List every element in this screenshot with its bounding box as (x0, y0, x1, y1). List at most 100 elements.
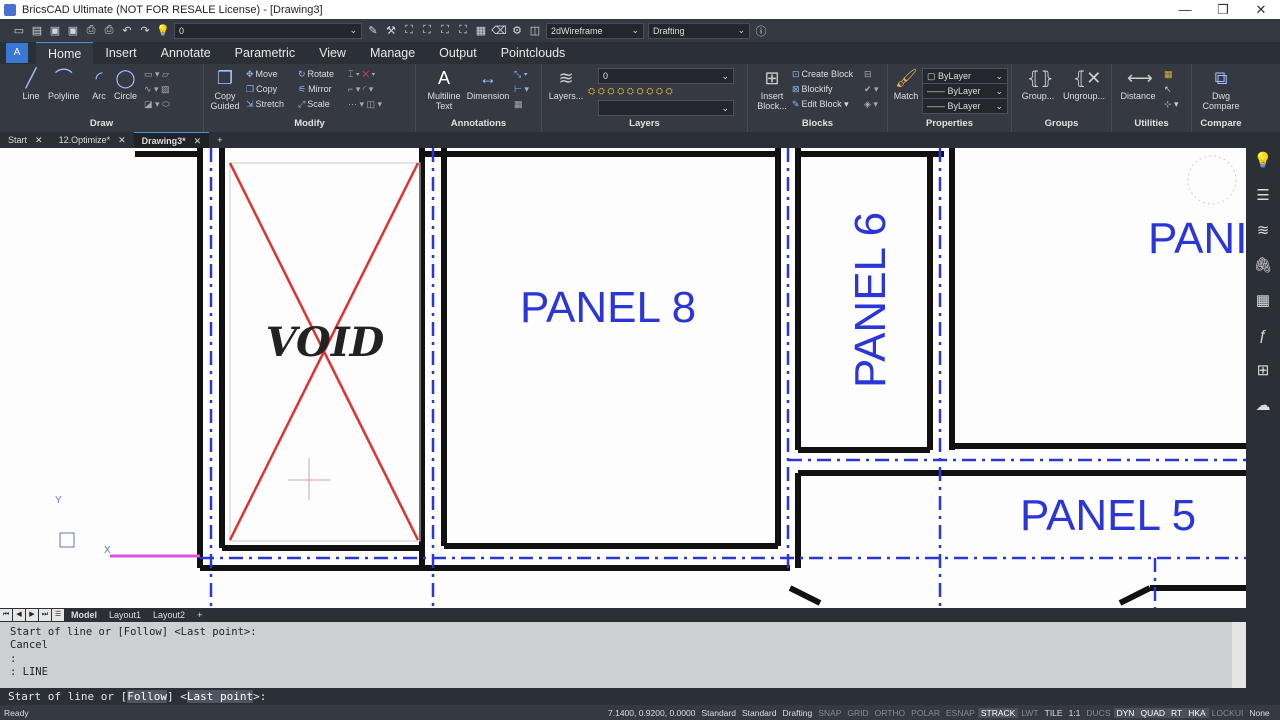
insert-block-button[interactable]: ⊞ Insert Block... (754, 67, 790, 111)
scale-button[interactable]: ⤢ Scale (298, 99, 330, 110)
new-tab-button[interactable]: + (209, 132, 230, 148)
stretch-button[interactable]: ⇲ Stretch (246, 99, 284, 110)
layer-dropdown[interactable]: 0 ⌄ (174, 22, 362, 39)
doc-tab-optimize[interactable]: 12.Optimize* ✕ (51, 132, 134, 148)
settings-icon[interactable]: ⚙ (510, 24, 524, 38)
next-layout-icon[interactable]: ▶ (26, 609, 38, 621)
view-icon[interactable]: ▦ (474, 24, 488, 38)
table-icon[interactable]: ▦ (514, 99, 523, 110)
mirror-button[interactable]: ⚟ Mirror (298, 84, 332, 95)
layers-button[interactable]: ≋ Layers... (548, 67, 584, 101)
layer-filter-dropdown[interactable]: ⌄ (598, 100, 734, 116)
first-layout-icon[interactable]: ⏮ (0, 609, 12, 621)
layer-match-icon[interactable]: ⛶ (420, 24, 434, 38)
print-preview-icon[interactable]: ⎙ (102, 24, 116, 38)
open-file-icon[interactable]: ▤ (30, 24, 44, 38)
doc-tab-start[interactable]: Start ✕ (0, 132, 51, 148)
layer-control-dropdown[interactable]: 0 ⌄ (598, 68, 734, 84)
properties-icon[interactable]: ☰ (1252, 185, 1274, 207)
blockify-button[interactable]: ⊠ Blockify (792, 84, 833, 95)
dimension-button[interactable]: ↔ Dimension (466, 67, 510, 101)
layers-panel-icon[interactable]: ≋ (1252, 220, 1274, 242)
circle-button[interactable]: ◯ Circle (114, 67, 137, 101)
leader-icon[interactable]: ⤡ ▾ (514, 69, 527, 80)
restore-button[interactable]: ❐ (1204, 2, 1242, 18)
close-button[interactable]: ✕ (1242, 2, 1280, 18)
add-layout-button[interactable]: + (191, 610, 208, 620)
status-toggle-tile[interactable]: TILE (1042, 708, 1066, 718)
lineweight-dropdown[interactable]: —— ByLayer ⌄ (922, 98, 1008, 114)
status-toggle-lwt[interactable]: LWT (1018, 708, 1041, 718)
visual-style-dropdown[interactable]: 2dWireframe ⌄ (546, 22, 644, 39)
status-toggle-drafting[interactable]: Drafting (779, 708, 815, 718)
status-toggle-esnap[interactable]: ESNAP (943, 708, 978, 718)
tab-annotate[interactable]: Annotate (149, 42, 223, 64)
prev-layout-icon[interactable]: ◀ (13, 609, 25, 621)
tab-view[interactable]: View (307, 42, 358, 64)
status-toggle-none[interactable]: None (1246, 708, 1272, 718)
status-toggle-grid[interactable]: GRID (844, 708, 871, 718)
rotate-button[interactable]: ↻ Rotate (298, 69, 334, 80)
copy-button[interactable]: ❐ Copy (246, 84, 277, 95)
tab-output[interactable]: Output (427, 42, 489, 64)
status-toggle-standard[interactable]: Standard (739, 708, 780, 718)
cloud-icon[interactable]: ☁ (1252, 395, 1274, 417)
tab-parametric[interactable]: Parametric (223, 42, 307, 64)
doc-tab-drawing3[interactable]: Drawing3* ✕ (133, 132, 210, 148)
tab-layout2[interactable]: Layout2 (147, 610, 191, 620)
render-icon[interactable]: ◫ (528, 24, 542, 38)
redo-icon[interactable]: ↷ (138, 24, 152, 38)
follow-option[interactable]: Follow (127, 690, 167, 703)
attribute-icon[interactable]: ⊟ (864, 69, 872, 80)
status-toggle-ducs[interactable]: DUCS (1083, 708, 1113, 718)
dwg-compare-button[interactable]: ⧉ Dwg Compare (1196, 67, 1246, 111)
rectangle-icon[interactable]: ▭ ▾ ▱ (144, 69, 169, 80)
drawing-canvas[interactable]: VOID PANEL 8 PANEL 6 PANEL 5 PANI Y X (0, 148, 1246, 608)
formula-icon[interactable]: ƒ (1252, 325, 1274, 347)
fillet-icon[interactable]: ⌐ ▾ ◜ ▾ (348, 84, 373, 95)
status-toggle-polar[interactable]: POLAR (908, 708, 943, 718)
hatch-icon[interactable]: ▦ (1252, 290, 1274, 312)
status-toggle-hka[interactable]: HKA (1185, 707, 1209, 718)
edit-block-button[interactable]: ✎ Edit Block ▾ (792, 99, 849, 110)
status-toggle-rt[interactable]: RT (1168, 707, 1186, 718)
tips-icon[interactable]: 💡 (1252, 150, 1274, 172)
command-line[interactable]: Start of line or [Follow] <Last point>: (0, 688, 1280, 705)
workspace-dropdown[interactable]: Drafting ⌄ (648, 22, 750, 39)
pick-icon[interactable]: ✎ (366, 24, 380, 38)
trim-icon[interactable]: ⌶ ▾ ✕ ▾ (348, 69, 375, 80)
block-tools-icon[interactable]: ◈ ▾ (864, 99, 878, 110)
multiline-text-button[interactable]: A Multiline Text (424, 67, 464, 111)
status-toggle-quad[interactable]: QUAD (1137, 707, 1169, 718)
command-history-scrollbar[interactable] (1232, 622, 1246, 688)
navigation-wheel-icon[interactable] (1187, 155, 1237, 205)
structure-icon[interactable]: ⊞ (1252, 360, 1274, 382)
arc-button[interactable]: ◜ Arc (88, 67, 110, 101)
tab-layout1[interactable]: Layout1 (103, 610, 147, 620)
layer-tools-icon[interactable]: ⛶ (402, 24, 416, 38)
spline-icon[interactable]: ∿ ▾ ▨ (144, 84, 170, 95)
group-button[interactable]: ⦃⦄ Group... (1018, 67, 1058, 101)
status-toggle-strack[interactable]: STRACK (977, 707, 1019, 718)
layer-off-icon[interactable]: ⛶ (438, 24, 452, 38)
linetype-dropdown[interactable]: —— ByLayer ⌄ (922, 83, 1008, 99)
tab-pointclouds[interactable]: Pointclouds (489, 42, 578, 64)
help-icon[interactable]: ⓘ (754, 24, 768, 38)
ungroup-button[interactable]: ⦃✕ Ungroup... (1060, 67, 1108, 101)
dimension-style-icon[interactable]: ⊢ ▾ (514, 84, 529, 95)
tab-insert[interactable]: Insert (93, 42, 148, 64)
quick-select-icon[interactable]: ⊹ ▾ (1164, 99, 1179, 110)
copy-guided-button[interactable]: ❐ Copy Guided (210, 67, 240, 111)
undo-icon[interactable]: ↶ (120, 24, 134, 38)
application-menu-button[interactable]: A (6, 43, 28, 63)
calculator-icon[interactable]: ▦ (1164, 69, 1173, 80)
erase-icon[interactable]: ⌫ (491, 24, 507, 38)
status-toggle-snap[interactable]: SNAP (815, 708, 844, 718)
polyline-button[interactable]: ⌒ Polyline (48, 67, 80, 101)
match-properties-button[interactable]: 🖌 Match (892, 67, 920, 101)
save-as-icon[interactable]: ▣ (66, 24, 80, 38)
layer-iso-icon[interactable]: ⛶ (456, 24, 470, 38)
status-toggle-1-1[interactable]: 1:1 (1066, 708, 1084, 718)
create-block-button[interactable]: ⊡ Create Block (792, 69, 853, 80)
close-icon[interactable]: ✕ (194, 133, 202, 148)
